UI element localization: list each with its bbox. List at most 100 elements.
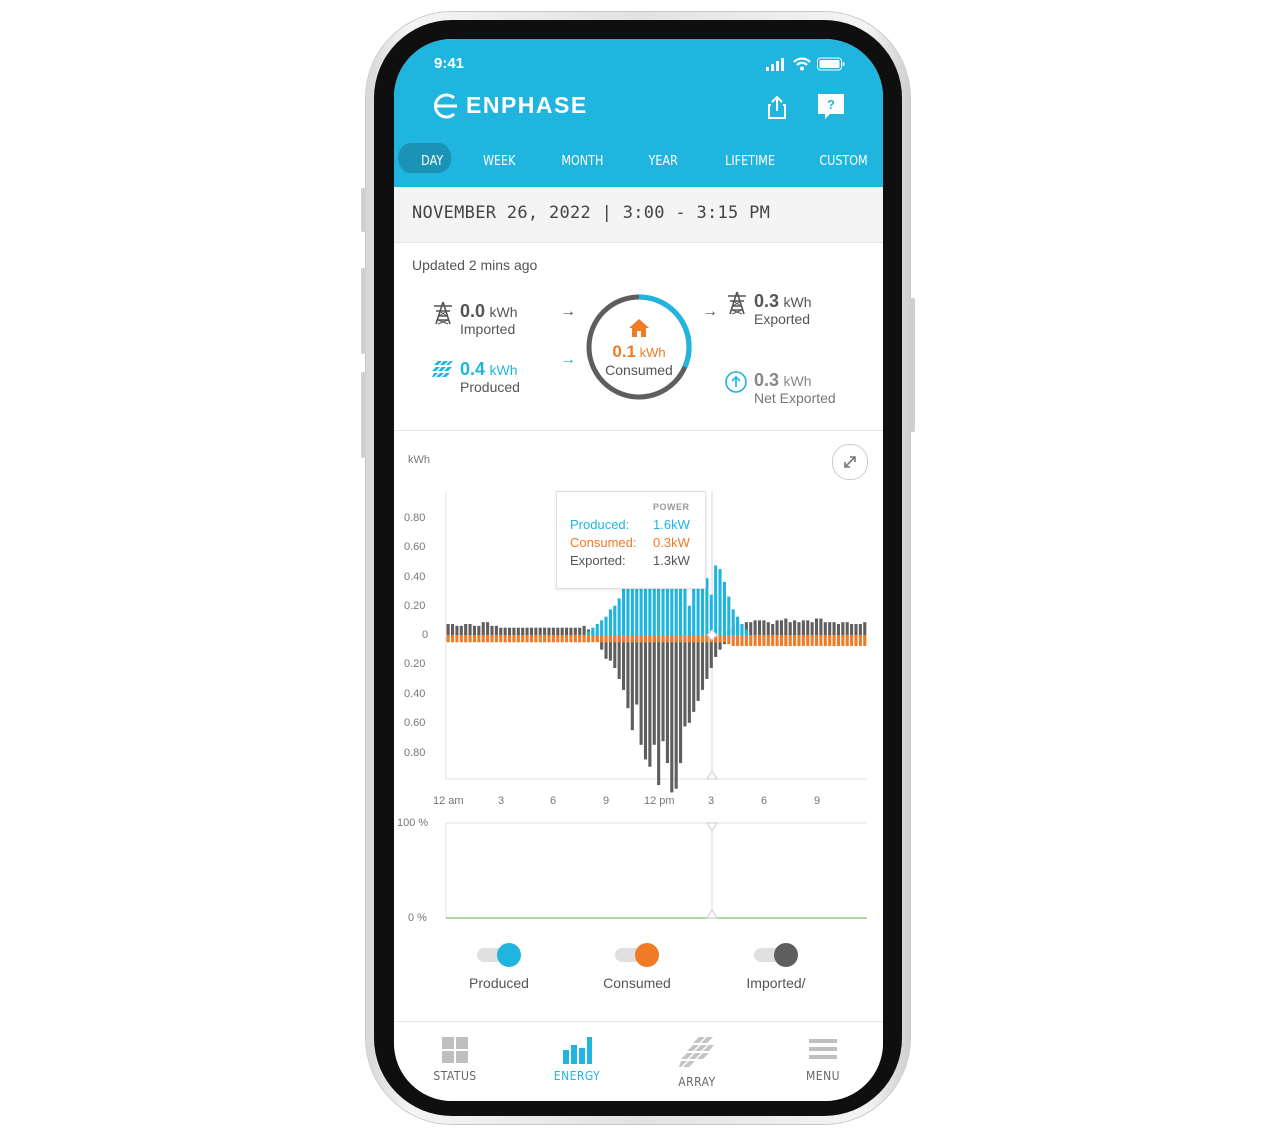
- expand-chart-button[interactable]: [832, 444, 868, 480]
- bar-imported-exported: [622, 635, 626, 690]
- status-icons: [765, 57, 845, 71]
- x-tick-label: 12 pm: [644, 795, 675, 807]
- bar-consumed: [521, 635, 525, 643]
- bar-produced: [714, 565, 718, 635]
- enphase-logo-icon: [434, 93, 457, 118]
- bar-imported-exported: [464, 624, 468, 635]
- date-range-bar[interactable]: NOVEMBER 26, 2022 | 3:00 - 3:15 PM: [394, 187, 883, 243]
- signal-icon: [766, 58, 784, 71]
- bar-imported-exported: [683, 635, 687, 727]
- grid-tower-icon: [728, 291, 746, 315]
- bar-consumed: [652, 635, 656, 643]
- bar-consumed: [810, 635, 814, 646]
- bar-imported-exported: [529, 627, 534, 635]
- app-screen: 9:41 ENPHASE ? DAY WEEK MONTH YEAR LIFET…: [394, 39, 883, 1101]
- menu-icon: [809, 1039, 837, 1059]
- consumed-value: 0.1: [612, 342, 636, 361]
- tooltip-produced-value: 1.6kW: [653, 517, 690, 532]
- bar-imported-exported: [762, 620, 766, 635]
- imported-stat: 0.0 kWh Imported: [432, 301, 517, 337]
- grid-tower-icon: [434, 301, 452, 325]
- bar-consumed: [459, 635, 463, 643]
- bar-produced: [687, 605, 691, 635]
- exported-unit: kWh: [783, 294, 812, 310]
- tooltip-produced-label: Produced:: [570, 517, 630, 532]
- date-range: NOVEMBER 26, 2022 | 3:00 - 3:15 PM: [412, 203, 771, 223]
- produced-toggle[interactable]: [477, 943, 521, 967]
- bar-consumed: [801, 635, 805, 646]
- bar-produced: [622, 587, 626, 635]
- tab-lifetime[interactable]: LIFETIME: [720, 147, 780, 177]
- bar-imported-exported: [753, 620, 757, 635]
- bar-chart-icon: [563, 1037, 592, 1064]
- tab-day[interactable]: DAY: [415, 147, 449, 177]
- bar-imported-exported: [850, 624, 854, 635]
- bar-consumed: [582, 635, 586, 643]
- bar-imported-exported: [573, 627, 577, 635]
- bar-imported-exported: [630, 635, 634, 731]
- consumed-toggle[interactable]: [615, 943, 659, 967]
- bar-imported-exported: [578, 627, 582, 635]
- bar-produced: [613, 605, 617, 635]
- bar-consumed: [674, 635, 678, 643]
- bar-imported-exported: [674, 635, 678, 789]
- share-button[interactable]: [762, 92, 792, 122]
- solar-panel-icon: [679, 1037, 714, 1067]
- phone-side-button: [361, 372, 366, 458]
- bar-imported-exported: [516, 627, 520, 635]
- solar-panel-icon: [432, 361, 453, 377]
- bar-consumed: [507, 635, 512, 643]
- legend-imported-label: Imported/: [746, 975, 806, 991]
- bar-imported-exported: [490, 625, 494, 635]
- exported-value: 0.3: [754, 291, 780, 311]
- tab-custom[interactable]: CUSTOM: [816, 147, 871, 177]
- bar-produced: [736, 616, 740, 635]
- bar-consumed: [670, 635, 674, 643]
- tab-year[interactable]: YEAR: [646, 147, 680, 177]
- bar-produced: [731, 609, 735, 635]
- legend-consumed[interactable]: Consumed: [577, 943, 697, 991]
- bar-consumed: [622, 635, 626, 643]
- bar-consumed: [481, 635, 485, 643]
- bar-imported-exported: [648, 635, 652, 767]
- tab-month[interactable]: MONTH: [560, 147, 605, 177]
- bar-consumed: [503, 635, 507, 643]
- legend-imported[interactable]: Imported/: [716, 943, 836, 991]
- bar-produced: [718, 569, 722, 635]
- bar-consumed: [863, 635, 867, 646]
- bar-consumed: [657, 635, 661, 643]
- bar-imported-exported: [836, 624, 841, 635]
- bar-consumed: [749, 635, 753, 646]
- bar-consumed: [516, 635, 520, 643]
- bar-imported-exported: [806, 620, 810, 635]
- help-button[interactable]: ?: [816, 92, 846, 122]
- imported-toggle[interactable]: [754, 943, 798, 967]
- bar-consumed: [841, 635, 845, 646]
- bar-imported-exported: [635, 635, 639, 705]
- bar-consumed: [766, 635, 770, 646]
- bar-imported-exported: [858, 624, 862, 635]
- bar-consumed: [529, 635, 534, 643]
- nav-array[interactable]: ARRAY: [652, 1036, 742, 1089]
- share-icon: [768, 95, 786, 119]
- bar-consumed: [543, 635, 547, 643]
- bar-consumed: [718, 635, 722, 643]
- nav-energy[interactable]: ENERGY: [532, 1036, 622, 1083]
- bar-consumed: [854, 635, 858, 646]
- bar-imported-exported: [512, 627, 516, 635]
- legend-produced[interactable]: Produced: [439, 943, 559, 991]
- bar-consumed: [551, 635, 555, 643]
- tab-week[interactable]: WEEK: [482, 147, 516, 177]
- nav-menu-label: MENU: [806, 1069, 840, 1083]
- chart-unit-label: kWh: [408, 454, 430, 466]
- bar-imported-exported: [819, 618, 823, 635]
- nav-status[interactable]: STATUS: [410, 1036, 500, 1083]
- bar-consumed: [832, 635, 836, 646]
- bar-produced: [600, 620, 604, 635]
- nav-energy-label: ENERGY: [553, 1069, 601, 1083]
- bar-consumed: [700, 635, 705, 643]
- bar-consumed: [806, 635, 810, 646]
- bar-imported-exported: [832, 622, 836, 635]
- nav-menu[interactable]: MENU: [778, 1036, 868, 1083]
- bar-imported-exported: [643, 635, 648, 760]
